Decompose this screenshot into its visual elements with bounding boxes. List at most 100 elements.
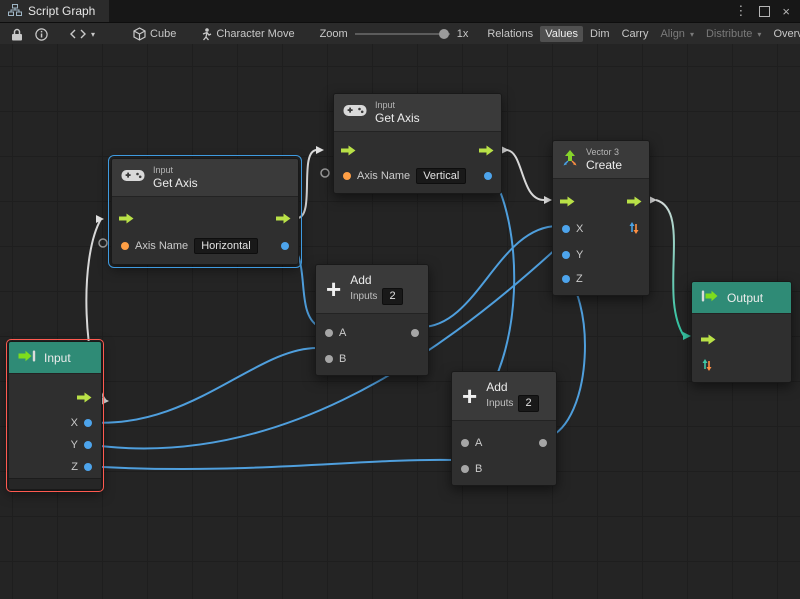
flow-out-port[interactable]: [627, 196, 642, 210]
values-button[interactable]: Values: [540, 26, 583, 42]
flow-out-port[interactable]: [276, 213, 291, 227]
port-label: Y: [576, 249, 583, 261]
node-vector3-create[interactable]: Vector 3 Create X Y Z: [552, 140, 650, 296]
carry-button[interactable]: Carry: [617, 26, 654, 42]
close-icon[interactable]: ×: [782, 4, 790, 19]
unity-script-graph-window: Script Graph ⋮ × ▾ Cube Character Move Z…: [0, 0, 800, 46]
param-label: Axis Name: [357, 170, 410, 182]
wire-input-x-to-add1-b[interactable]: [85, 348, 318, 423]
flow-in-port[interactable]: [701, 334, 716, 348]
zoom-slider-handle[interactable]: [439, 29, 449, 39]
distribute-button[interactable]: Distribute ▾: [701, 26, 766, 42]
port-label: X: [71, 417, 78, 429]
flow-out-port[interactable]: [479, 145, 494, 159]
node-output[interactable]: Output: [691, 281, 792, 383]
y-input-port[interactable]: [562, 251, 570, 259]
align-button[interactable]: Align▾: [655, 26, 698, 42]
gamepad-icon: [343, 103, 367, 121]
zoom-slider[interactable]: [355, 33, 450, 35]
wire-input-z-to-add2-b[interactable]: [85, 460, 455, 469]
info-button[interactable]: [30, 26, 53, 43]
code-dropdown-button[interactable]: ▾: [65, 27, 100, 41]
tab-script-graph[interactable]: Script Graph: [0, 0, 109, 22]
wire-getaxis-horizontal-to-vertical[interactable]: [297, 150, 317, 218]
axis-name-value-field[interactable]: Horizontal: [194, 238, 258, 254]
node-category: Vector 3: [586, 147, 622, 158]
axis-name-value-field[interactable]: Vertical: [416, 168, 466, 184]
x-input-port[interactable]: [562, 225, 570, 233]
align-label: Align: [660, 28, 684, 40]
axis-name-input-port[interactable]: [121, 242, 129, 250]
port-label: B: [475, 463, 482, 475]
z-input-port[interactable]: [562, 275, 570, 283]
maximize-icon[interactable]: [759, 6, 770, 17]
node-input[interactable]: Input X Y Z: [8, 341, 102, 490]
port-label: Y: [71, 439, 78, 451]
port-label: X: [576, 223, 583, 235]
dim-button[interactable]: Dim: [585, 26, 615, 42]
flow-out-port[interactable]: [77, 392, 92, 406]
port-label: Z: [71, 461, 78, 473]
inputs-count-field[interactable]: 2: [382, 288, 402, 305]
node-get-axis-horizontal[interactable]: Input Get Axis Axis Name Horizontal: [111, 158, 299, 265]
relations-button[interactable]: Relations: [482, 26, 538, 42]
zoom-value: 1x: [457, 28, 469, 40]
cube-button[interactable]: Cube: [128, 25, 181, 43]
flow-in-port[interactable]: [560, 196, 575, 210]
inputs-label: Inputs: [486, 398, 513, 410]
cube-label: Cube: [150, 28, 176, 40]
node-header: Input: [9, 342, 101, 374]
value-transfer-icon: [628, 222, 640, 237]
kebab-menu-icon[interactable]: ⋮: [734, 3, 747, 19]
plus-icon: +: [462, 384, 477, 408]
plus-icon: +: [326, 277, 341, 301]
lock-button[interactable]: [6, 26, 28, 43]
input-b-port[interactable]: [461, 465, 469, 473]
inputs-count-field[interactable]: 2: [518, 395, 538, 412]
character-move-label: Character Move: [216, 28, 294, 40]
z-output-port[interactable]: [84, 463, 92, 471]
x-output-port[interactable]: [84, 419, 92, 427]
gamepad-icon: [121, 168, 145, 186]
node-add-1[interactable]: + Add Inputs 2 A B: [315, 264, 429, 376]
character-move-button[interactable]: Character Move: [195, 26, 299, 43]
node-title: Add: [350, 273, 402, 287]
graph-canvas[interactable]: Input Get Axis Axis Name Vertical Input: [0, 44, 800, 599]
graph-toolbar: ▾ Cube Character Move Zoom 1x Relations …: [0, 23, 800, 46]
port-label: B: [339, 353, 346, 365]
chevron-down-icon: ▾: [757, 30, 761, 39]
value-output-port[interactable]: [281, 242, 289, 250]
param-label: Axis Name: [135, 240, 188, 252]
input-a-port[interactable]: [325, 329, 333, 337]
node-footer: [9, 478, 101, 489]
sum-output-port[interactable]: [539, 439, 547, 447]
node-category: Input: [153, 165, 198, 176]
node-header: Output: [692, 282, 791, 314]
y-output-port[interactable]: [84, 441, 92, 449]
overview-button[interactable]: Overv: [768, 26, 800, 42]
flow-in-port[interactable]: [119, 213, 134, 227]
chevron-down-icon: ▾: [91, 30, 95, 39]
input-b-port[interactable]: [325, 355, 333, 363]
node-title: Input: [44, 351, 71, 365]
wire-vector3-to-output[interactable]: [656, 200, 684, 336]
node-title: Add: [486, 380, 538, 394]
value-transfer-icon: [701, 359, 713, 374]
sum-output-port[interactable]: [411, 329, 419, 337]
flow-in-port[interactable]: [341, 145, 356, 159]
node-add-2[interactable]: + Add Inputs 2 A B: [451, 371, 557, 486]
vector3-icon: [562, 150, 578, 169]
wire-add1-to-vector3-x[interactable]: [421, 226, 558, 327]
port-label: A: [475, 437, 482, 449]
node-header: Input Get Axis: [112, 159, 298, 197]
node-get-axis-vertical[interactable]: Input Get Axis Axis Name Vertical: [333, 93, 502, 194]
wire-getaxis-vertical-to-vector3[interactable]: [506, 150, 544, 200]
input-a-port[interactable]: [461, 439, 469, 447]
node-title: Get Axis: [153, 176, 198, 190]
distribute-label: Distribute: [706, 28, 752, 40]
node-header: + Add Inputs 2: [316, 265, 428, 314]
value-output-port[interactable]: [484, 172, 492, 180]
axis-name-input-port[interactable]: [343, 172, 351, 180]
node-title: Create: [586, 158, 622, 172]
node-header: + Add Inputs 2: [452, 372, 556, 421]
